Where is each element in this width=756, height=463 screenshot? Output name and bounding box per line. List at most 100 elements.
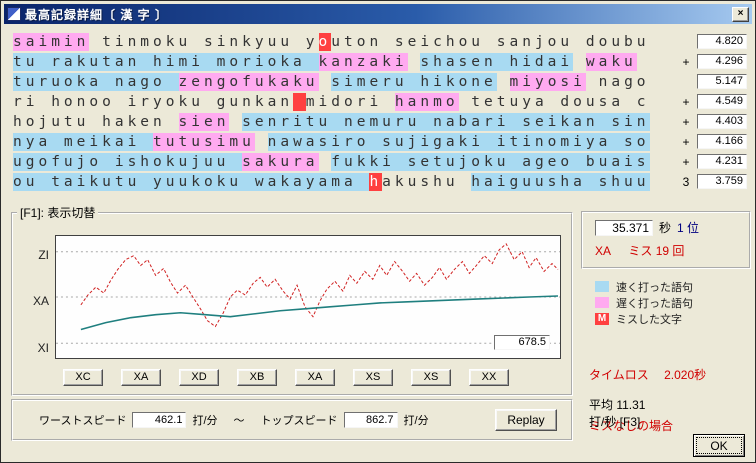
current-speed-box: 678.5 xyxy=(494,335,550,350)
title-bar: 最高記録詳細〔 漢 字 〕 × xyxy=(4,4,752,24)
graph-groupbox: [F1]: 表示切替 ZI XA XI 678.5 XC XA XD XB XA XS XS XX xyxy=(11,204,573,396)
app-icon xyxy=(7,7,21,21)
word-segment-fast: shasen hidai xyxy=(420,53,574,71)
worst-speed-box: 462.1 xyxy=(132,412,187,428)
typing-line-text: turuoka nago zengofukaku simeru hikone m… xyxy=(13,73,650,91)
lap-time-box: 4.549 xyxy=(697,94,747,109)
lap-time-box: 4.166 xyxy=(697,134,747,149)
legend-row-miss: M ミスした文字 xyxy=(595,311,693,326)
result-time-row: 35.371 秒 1 位 xyxy=(595,219,749,236)
lap-time-box: 4.296 xyxy=(697,54,747,69)
word-segment-fast: turuoka nago xyxy=(13,73,179,91)
lap-time-box: 4.231 xyxy=(697,154,747,169)
lap-level-button-xa[interactable]: XA xyxy=(121,369,161,386)
word-segment-none xyxy=(408,53,421,71)
word-segment-fast: tu rakutan himi morioka xyxy=(13,53,319,71)
lap-prefix: + xyxy=(682,95,690,109)
typing-line: tu rakutan himi morioka kanzaki shasen h… xyxy=(13,52,751,72)
lap-time-box: 5.147 xyxy=(697,74,747,89)
word-segment-fast: ugofujo ishokujuu xyxy=(13,153,243,171)
lap-level-button-xd[interactable]: XD xyxy=(179,369,219,386)
word-segment-none: tinmoku sinkyuu y xyxy=(89,34,319,50)
average-speed-line1: 平均 11.31 xyxy=(589,398,646,412)
lap-level-button-xx[interactable]: XX xyxy=(469,369,509,386)
worst-speed-unit: 打/分 xyxy=(192,415,218,427)
typing-line: nya meikai tutusimu nawasiro sujigaki it… xyxy=(13,132,751,152)
lap-level-button-xb[interactable]: XB xyxy=(237,369,277,386)
word-segment-fast: haiguusha shuu xyxy=(471,173,650,191)
word-segment-slow: hanmo xyxy=(394,93,459,111)
graph-groupbox-label: [F1]: 表示切替 xyxy=(20,206,96,220)
total-time-box: 35.371 xyxy=(595,219,653,236)
word-segment-none: nago xyxy=(585,74,650,90)
typing-line-text: ri honoo iryoku gunkan midori hanmo tetu… xyxy=(13,93,650,111)
lap-level-button-xs[interactable]: XS xyxy=(353,369,393,386)
word-segment-none xyxy=(229,113,242,131)
word-segment-none xyxy=(573,53,586,71)
word-segment-slow: zengofukaku xyxy=(178,73,319,91)
average-speed-block: 平均 11.31 打/秒 [F3] xyxy=(589,397,645,431)
word-segment-fast: fukki setujoku ageo buais xyxy=(331,153,650,171)
legend-label-fast: 速く打った語句 xyxy=(616,281,693,294)
ok-button[interactable]: OK xyxy=(693,434,745,457)
word-segment-none: ri honoo iryoku gunkan xyxy=(13,94,294,110)
top-speed-box: 862.7 xyxy=(343,412,398,428)
lap-level-buttons-row: XC XA XD XB XA XS XS XX xyxy=(63,369,509,386)
lap-prefix: + xyxy=(682,55,690,69)
timeloss-label: タイムロス 2.020秒 xyxy=(589,368,707,382)
word-segment-none xyxy=(319,73,332,91)
word-segment-slow: sakura xyxy=(242,153,319,171)
lap-prefix: + xyxy=(682,135,690,149)
average-speed-line2: 打/秒 [F3] xyxy=(589,415,641,429)
level-label: XA xyxy=(595,244,612,258)
word-segment-slow: kanzaki xyxy=(318,53,408,71)
typing-line-text: saimin tinmoku sinkyuu youton seichou sa… xyxy=(13,33,650,51)
top-speed-unit: 打/分 xyxy=(403,415,429,427)
word-segment-none: uton seichou sanjou doubu xyxy=(331,34,650,50)
typing-line-text: ugofujo ishokujuu sakura fukki setujoku … xyxy=(13,153,650,171)
legend-label-slow: 遅く打った語句 xyxy=(616,297,693,310)
replay-button[interactable]: Replay xyxy=(495,409,557,431)
range-tilde: ～ xyxy=(233,415,245,427)
word-segment-none xyxy=(319,153,332,171)
word-segment-none: tetuya dousa c xyxy=(458,94,650,110)
word-segment-fast: senritu nemuru nabari seikan sin xyxy=(242,113,650,131)
legend-row-fast: 速く打った語句 xyxy=(595,279,693,294)
lap-level-button-xs[interactable]: XS xyxy=(411,369,451,386)
typing-line: hojutu haken sien senritu nemuru nabari … xyxy=(13,112,751,132)
typing-line-text: ou taikutu yuukoku wakayama hakushu haig… xyxy=(13,173,650,191)
instant-speed-line xyxy=(80,243,559,328)
speed-chart-svg xyxy=(56,243,560,344)
typing-line: ou taikutu yuukoku wakayama hakushu haig… xyxy=(13,172,751,192)
word-segment-slow: miyosi xyxy=(509,73,586,91)
legend-swatch-miss: M xyxy=(595,312,609,325)
typing-line-text: hojutu haken sien senritu nemuru nabari … xyxy=(13,113,650,131)
lap-level-button-xc[interactable]: XC xyxy=(63,369,103,386)
close-icon: × xyxy=(737,8,744,19)
speed-range-panel: ワーストスピード 462.1 打/分 ～ トップスピード 862.7 打/分 R… xyxy=(11,399,573,441)
word-segment-fast: ou taikutu yuukoku wakayama xyxy=(13,173,370,191)
word-segment-slow: saimin xyxy=(13,33,90,51)
rank-label: 1 位 xyxy=(677,221,700,235)
worst-speed-label: ワーストスピード xyxy=(39,415,127,427)
close-button[interactable]: × xyxy=(732,6,749,22)
word-segment-slow: tutusimu xyxy=(153,133,255,151)
typing-line: turuoka nago zengofukaku simeru hikone m… xyxy=(13,72,751,92)
record-detail-window: 最高記録詳細〔 漢 字 〕 × saimin tinmoku sinkyuu y… xyxy=(0,0,756,463)
lap-prefix: + xyxy=(682,155,690,169)
result-summary-box: 35.371 秒 1 位 XA ミス 19 回 xyxy=(581,211,751,269)
time-unit-label: 秒 xyxy=(659,221,672,235)
lap-level-button-xa[interactable]: XA xyxy=(295,369,335,386)
word-segment-none: hojutu haken xyxy=(13,114,179,130)
average-speed-line xyxy=(80,295,559,331)
typing-line: ri honoo iryoku gunkan midori hanmo tetu… xyxy=(13,92,751,112)
word-segment-slow: waku xyxy=(585,53,637,71)
word-segment-none xyxy=(255,133,268,151)
word-segment-none: akushu xyxy=(382,174,472,190)
word-segment-fast: simeru hikone xyxy=(331,73,497,91)
word-segment-fast: nya meikai xyxy=(13,133,154,151)
y-axis-label-xa: XA xyxy=(32,294,49,308)
lap-prefix: 3 xyxy=(682,175,690,189)
miss-count-label: ミス 19 回 xyxy=(628,244,685,258)
word-segment-fast: nawasiro sujigaki itinomiya so xyxy=(267,133,650,151)
